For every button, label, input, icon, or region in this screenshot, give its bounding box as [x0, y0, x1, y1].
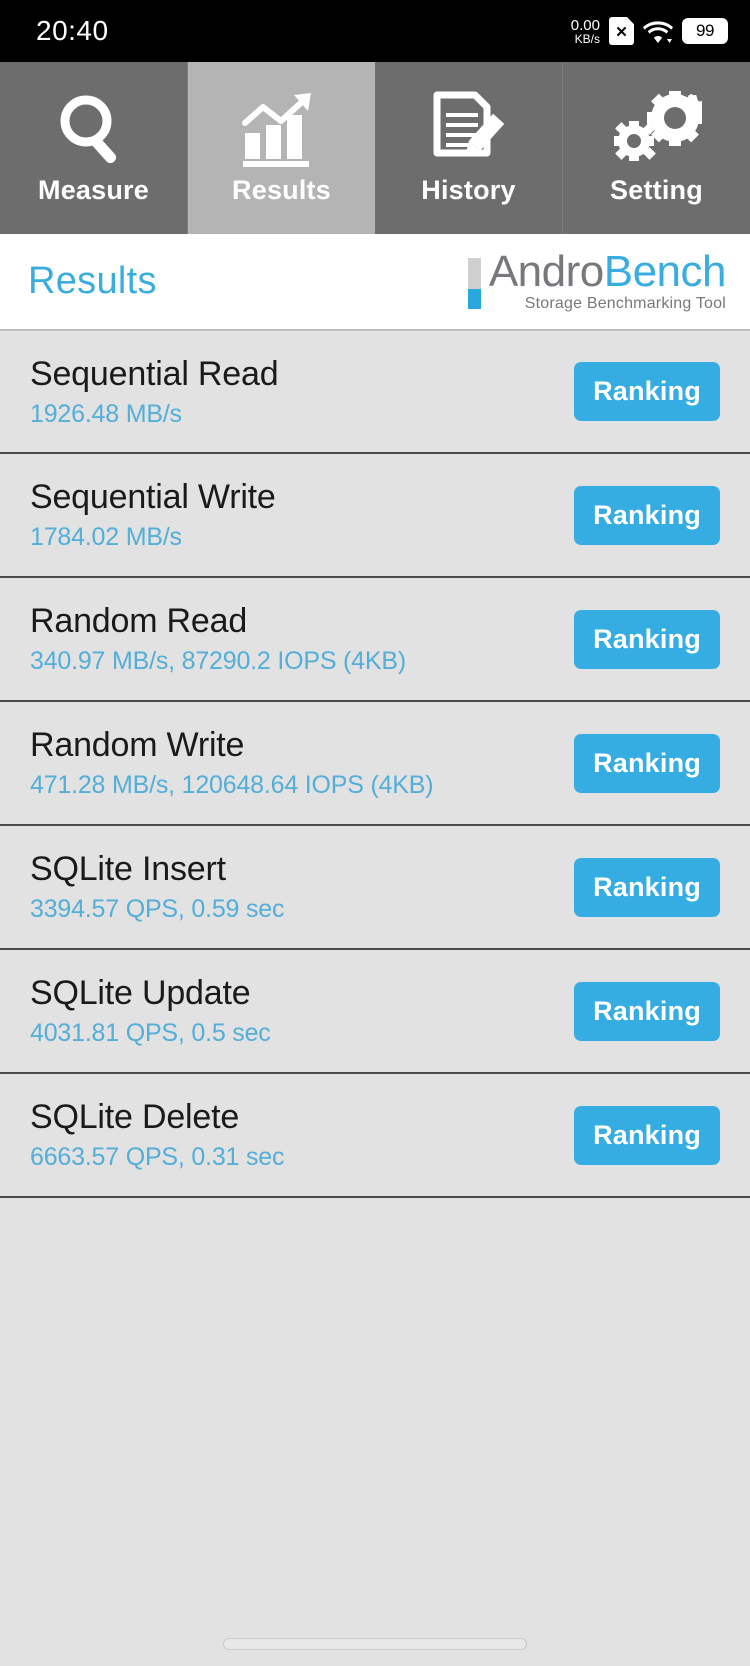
- ranking-button[interactable]: Ranking: [574, 857, 720, 917]
- gears-icon: [612, 90, 702, 169]
- result-text-block: Sequential Write 1784.02 MB/s: [30, 478, 276, 552]
- result-text-block: Sequential Read 1926.48 MB/s: [30, 354, 279, 429]
- tab-results[interactable]: Results: [188, 62, 375, 234]
- ranking-button[interactable]: Ranking: [574, 485, 720, 545]
- logo-word-bench: Bench: [603, 246, 727, 296]
- ranking-button[interactable]: Ranking: [574, 733, 720, 793]
- tab-results-label: Results: [232, 174, 331, 205]
- result-text-block: SQLite Insert 3394.57 QPS, 0.59 sec: [30, 850, 285, 924]
- result-row: Random Write 471.28 MB/s, 120648.64 IOPS …: [0, 702, 750, 826]
- result-value: 6663.57 QPS, 0.31 sec: [30, 1143, 285, 1171]
- ranking-button[interactable]: Ranking: [574, 1105, 720, 1165]
- logo-accent-bar-blue: [467, 289, 481, 310]
- ranking-button[interactable]: Ranking: [574, 609, 720, 669]
- sim-card-off-icon: ✕: [609, 17, 634, 45]
- result-name: SQLite Update: [30, 974, 251, 1012]
- result-row: Sequential Write 1784.02 MB/s Ranking: [0, 454, 750, 578]
- result-value: 1784.02 MB/s: [30, 523, 182, 551]
- battery-level-text: 99: [696, 21, 714, 40]
- network-speed-value: 0.00: [570, 16, 600, 34]
- result-text-block: Random Write 471.28 MB/s, 120648.64 IOPS …: [30, 726, 434, 800]
- app-header: Results AndroBench Storage Benchmarking …: [0, 234, 750, 330]
- tab-measure-label: Measure: [38, 174, 149, 205]
- result-name: Random Write: [30, 726, 245, 764]
- battery-indicator: 99: [682, 18, 728, 44]
- result-row: SQLite Delete 6663.57 QPS, 0.31 sec Rankin…: [0, 1074, 750, 1198]
- result-value: 3394.57 QPS, 0.59 sec: [30, 895, 285, 923]
- ranking-button[interactable]: Ranking: [574, 981, 720, 1041]
- bar-chart-trend-icon: [239, 91, 325, 169]
- tab-setting[interactable]: Setting: [563, 62, 750, 234]
- main-tab-bar: Measure Results History Setting: [0, 62, 750, 234]
- wifi-icon: [643, 17, 673, 45]
- tab-history-label: History: [421, 174, 516, 205]
- result-value: 4031.81 QPS, 0.5 sec: [30, 1019, 271, 1047]
- system-navigation-bar: [0, 1626, 750, 1666]
- ranking-button[interactable]: Ranking: [574, 362, 720, 421]
- logo-word-andro: Andro: [488, 246, 604, 296]
- result-row: Sequential Read 1926.48 MB/s Ranking: [0, 330, 750, 454]
- result-name: Random Read: [30, 602, 248, 640]
- status-bar: 20:40 0.00 KB/s ✕ 99: [0, 0, 750, 62]
- logo-wordmark: AndroBench: [488, 246, 727, 296]
- result-value: 471.28 MB/s, 120648.64 IOPS (4KB): [30, 771, 434, 799]
- result-value: 340.97 MB/s, 87290.2 IOPS (4KB): [30, 647, 406, 675]
- logo-accent-bar: [467, 257, 481, 310]
- androbench-logo: AndroBench Storage Benchmarking Tool: [467, 246, 727, 313]
- results-list: Sequential Read 1926.48 MB/s Ranking Sequen…: [0, 330, 750, 1198]
- result-row: SQLite Insert 3394.57 QPS, 0.59 sec Rankin…: [0, 826, 750, 950]
- tab-setting-label: Setting: [610, 174, 703, 205]
- result-text-block: SQLite Update 4031.81 QPS, 0.5 sec: [30, 974, 271, 1048]
- document-pencil-icon: [427, 91, 511, 169]
- network-speed-indicator: 0.00 KB/s: [571, 18, 600, 45]
- page-title: Results: [28, 260, 157, 302]
- result-name: Sequential Write: [30, 478, 276, 516]
- result-name: Sequential Read: [30, 354, 279, 393]
- result-text-block: SQLite Delete 6663.57 QPS, 0.31 sec: [30, 1098, 285, 1172]
- home-indicator[interactable]: [223, 1638, 527, 1650]
- status-clock: 20:40: [36, 15, 109, 46]
- result-text-block: Random Read 340.97 MB/s, 87290.2 IOPS (4K…: [30, 602, 406, 676]
- result-row: SQLite Update 4031.81 QPS, 0.5 sec Ranking: [0, 950, 750, 1074]
- sim-card-off-glyph: ✕: [615, 23, 628, 41]
- result-value: 1926.48 MB/s: [30, 399, 182, 428]
- logo-tagline: Storage Benchmarking Tool: [524, 295, 726, 313]
- result-name: SQLite Insert: [30, 850, 226, 888]
- status-icons: 0.00 KB/s ✕ 99: [571, 17, 728, 45]
- network-speed-unit: KB/s: [574, 31, 600, 46]
- tab-measure[interactable]: Measure: [0, 62, 188, 234]
- result-row: Random Read 340.97 MB/s, 87290.2 IOPS (4K…: [0, 578, 750, 702]
- magnifier-icon: [52, 91, 136, 169]
- logo-accent-bar-gray: [467, 257, 481, 289]
- tab-history[interactable]: History: [375, 62, 563, 234]
- logo-text-block: AndroBench Storage Benchmarking Tool: [488, 246, 727, 313]
- result-name: SQLite Delete: [30, 1098, 240, 1136]
